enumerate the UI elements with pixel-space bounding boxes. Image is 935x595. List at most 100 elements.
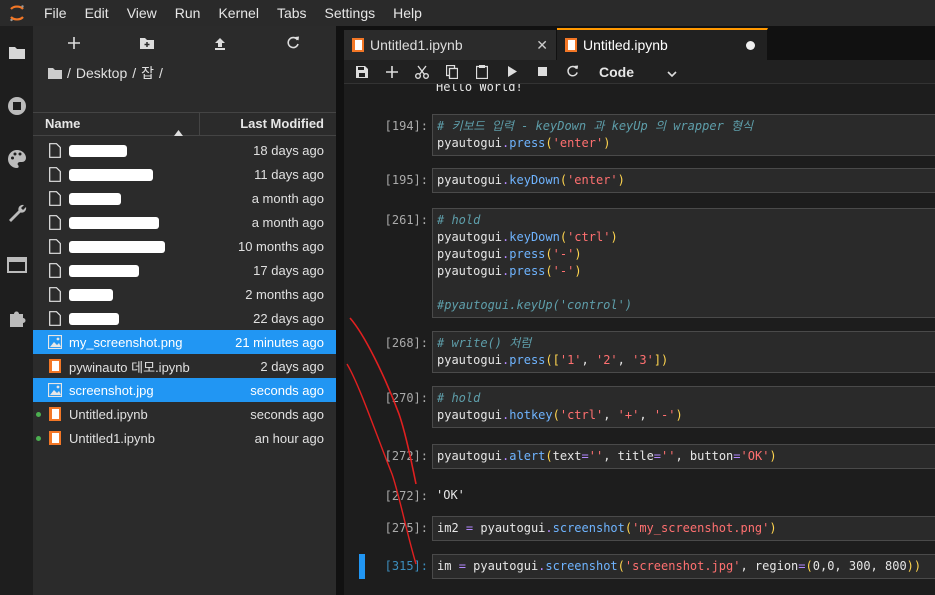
- breadcrumb: / Desktop / 잡 /: [33, 60, 336, 86]
- code-cell[interactable]: [275]: im2 = pyautogui.screenshot('my_scr…: [344, 516, 935, 541]
- breadcrumb-current[interactable]: 잡: [141, 63, 154, 83]
- column-modified-header[interactable]: Last Modified: [200, 113, 336, 135]
- cell-type-value: Code: [599, 63, 634, 80]
- file-name: [69, 263, 229, 278]
- new-launcher-icon[interactable]: [37, 26, 110, 60]
- file-modified: 2 months ago: [245, 286, 324, 302]
- menu-run[interactable]: Run: [166, 0, 210, 26]
- file-row[interactable]: 22 days ago: [33, 306, 336, 330]
- code-editor[interactable]: pyautogui.keyDown('enter'): [432, 168, 935, 193]
- file-row[interactable]: Untitled.ipynb seconds ago: [33, 402, 336, 426]
- file-row[interactable]: screenshot.jpg seconds ago: [33, 378, 336, 402]
- wrench-icon[interactable]: [0, 185, 33, 238]
- file-icon: [47, 238, 63, 254]
- run-icon[interactable]: [497, 60, 527, 84]
- file-modified: 18 days ago: [253, 142, 324, 158]
- file-row[interactable]: Untitled1.ipynb an hour ago: [33, 426, 336, 450]
- cell-output: Hello World!: [436, 84, 523, 94]
- redaction-bar: [69, 265, 139, 278]
- cell-prompt: [272]:: [384, 449, 428, 463]
- file-row[interactable]: a month ago: [33, 210, 336, 234]
- cut-icon[interactable]: [407, 60, 437, 84]
- copy-icon[interactable]: [437, 60, 467, 84]
- code-editor[interactable]: im = pyautogui.screenshot('screenshot.jp…: [432, 554, 935, 579]
- refresh-icon[interactable]: [256, 26, 329, 60]
- file-row[interactable]: 17 days ago: [33, 258, 336, 282]
- unsaved-dot-icon[interactable]: [746, 40, 755, 50]
- file-row[interactable]: a month ago: [33, 186, 336, 210]
- file-name: Untitled1.ipynb: [69, 430, 155, 446]
- new-folder-icon[interactable]: [110, 26, 183, 60]
- paste-icon[interactable]: [467, 60, 497, 84]
- running-indicator-icon: [36, 412, 41, 417]
- menu-edit[interactable]: Edit: [76, 0, 118, 26]
- file-list: 18 days ago 11 days ago a month ago a month…: [33, 138, 336, 450]
- tab-untitled[interactable]: Untitled.ipynb: [557, 28, 768, 60]
- insert-cell-icon[interactable]: [377, 60, 407, 84]
- file-browser-toolbar: [33, 26, 336, 60]
- stop-icon[interactable]: [527, 60, 557, 84]
- file-list-header: Name Last Modified: [33, 112, 336, 136]
- restart-icon[interactable]: [557, 60, 587, 84]
- file-modified: 10 months ago: [237, 238, 324, 254]
- file-row[interactable]: pywinauto 데모.ipynb 2 days ago: [33, 354, 336, 378]
- file-row[interactable]: 18 days ago: [33, 138, 336, 162]
- code-cell[interactable]: [315]: im = pyautogui.screenshot('screens…: [344, 554, 935, 579]
- column-name-header[interactable]: Name: [33, 113, 200, 136]
- cell-output: 'OK': [436, 488, 465, 502]
- file-icon: [47, 286, 63, 302]
- redaction-bar: [69, 241, 165, 254]
- file-name: [69, 239, 229, 254]
- code-cell[interactable]: [194]: # 키보드 입력 - keyDown 과 keyUp 의 wrapp…: [344, 114, 935, 156]
- redaction-bar: [69, 145, 127, 158]
- cell-type-select[interactable]: Code: [599, 64, 677, 80]
- file-icon: [47, 190, 63, 206]
- code-cell[interactable]: [268]: # write() 처럼 pyautogui.press(['1',…: [344, 331, 935, 373]
- file-row[interactable]: my_screenshot.png 21 minutes ago: [33, 330, 336, 354]
- panel-splitter[interactable]: [336, 26, 344, 595]
- code-editor[interactable]: # hold pyautogui.hotkey('ctrl', '+', '-'…: [432, 386, 935, 428]
- file-icon: [47, 214, 63, 230]
- file-row[interactable]: 10 months ago: [33, 234, 336, 258]
- image-file-icon: [47, 382, 63, 398]
- menu-help[interactable]: Help: [384, 0, 431, 26]
- folder-icon[interactable]: [0, 26, 33, 79]
- file-name: [69, 191, 229, 206]
- save-icon[interactable]: [347, 60, 377, 84]
- menu-view[interactable]: View: [118, 0, 166, 26]
- file-modified: a month ago: [251, 214, 324, 230]
- redaction-bar: [69, 169, 153, 182]
- tab-untitled1[interactable]: Untitled1.ipynb ✕: [344, 30, 557, 60]
- image-file-icon: [47, 334, 63, 350]
- menu-kernel[interactable]: Kernel: [209, 0, 267, 26]
- file-row[interactable]: 11 days ago: [33, 162, 336, 186]
- code-cell[interactable]: [272]: pyautogui.alert(text='', title='',…: [344, 444, 935, 469]
- file-name: pywinauto 데모.ipynb: [69, 359, 190, 375]
- notebook-icon: [47, 430, 63, 446]
- close-icon[interactable]: ✕: [536, 37, 548, 54]
- column-modified-label: Last Modified: [240, 116, 324, 131]
- activity-bar: [0, 26, 33, 595]
- file-row[interactable]: 2 months ago: [33, 282, 336, 306]
- palette-icon[interactable]: [0, 132, 33, 185]
- code-editor[interactable]: im2 = pyautogui.screenshot('my_screensho…: [432, 516, 935, 541]
- file-modified: 17 days ago: [253, 262, 324, 278]
- menu-tabs[interactable]: Tabs: [268, 0, 316, 26]
- code-cell[interactable]: [270]: # hold pyautogui.hotkey('ctrl', '+…: [344, 386, 935, 428]
- upload-icon[interactable]: [183, 26, 256, 60]
- home-folder-icon[interactable]: [47, 67, 63, 80]
- code-cell[interactable]: [261]: # hold pyautogui.keyDown('ctrl') p…: [344, 208, 935, 318]
- code-editor[interactable]: # hold pyautogui.keyDown('ctrl') pyautog…: [432, 208, 935, 318]
- redaction-bar: [69, 313, 119, 326]
- code-editor[interactable]: # write() 처럼 pyautogui.press(['1', '2', …: [432, 331, 935, 373]
- menu-file[interactable]: File: [33, 0, 76, 26]
- breadcrumb-desktop[interactable]: Desktop: [76, 65, 127, 81]
- running-icon[interactable]: [0, 79, 33, 132]
- code-cell[interactable]: [195]: pyautogui.keyDown('enter'): [344, 168, 935, 193]
- extension-icon[interactable]: [0, 291, 33, 344]
- file-name: screenshot.jpg: [69, 382, 154, 398]
- code-editor[interactable]: # 키보드 입력 - keyDown 과 keyUp 의 wrapper 형식 …: [432, 114, 935, 156]
- code-editor[interactable]: pyautogui.alert(text='', title='', butto…: [432, 444, 935, 469]
- tabs-icon[interactable]: [0, 238, 33, 291]
- menu-settings[interactable]: Settings: [316, 0, 385, 26]
